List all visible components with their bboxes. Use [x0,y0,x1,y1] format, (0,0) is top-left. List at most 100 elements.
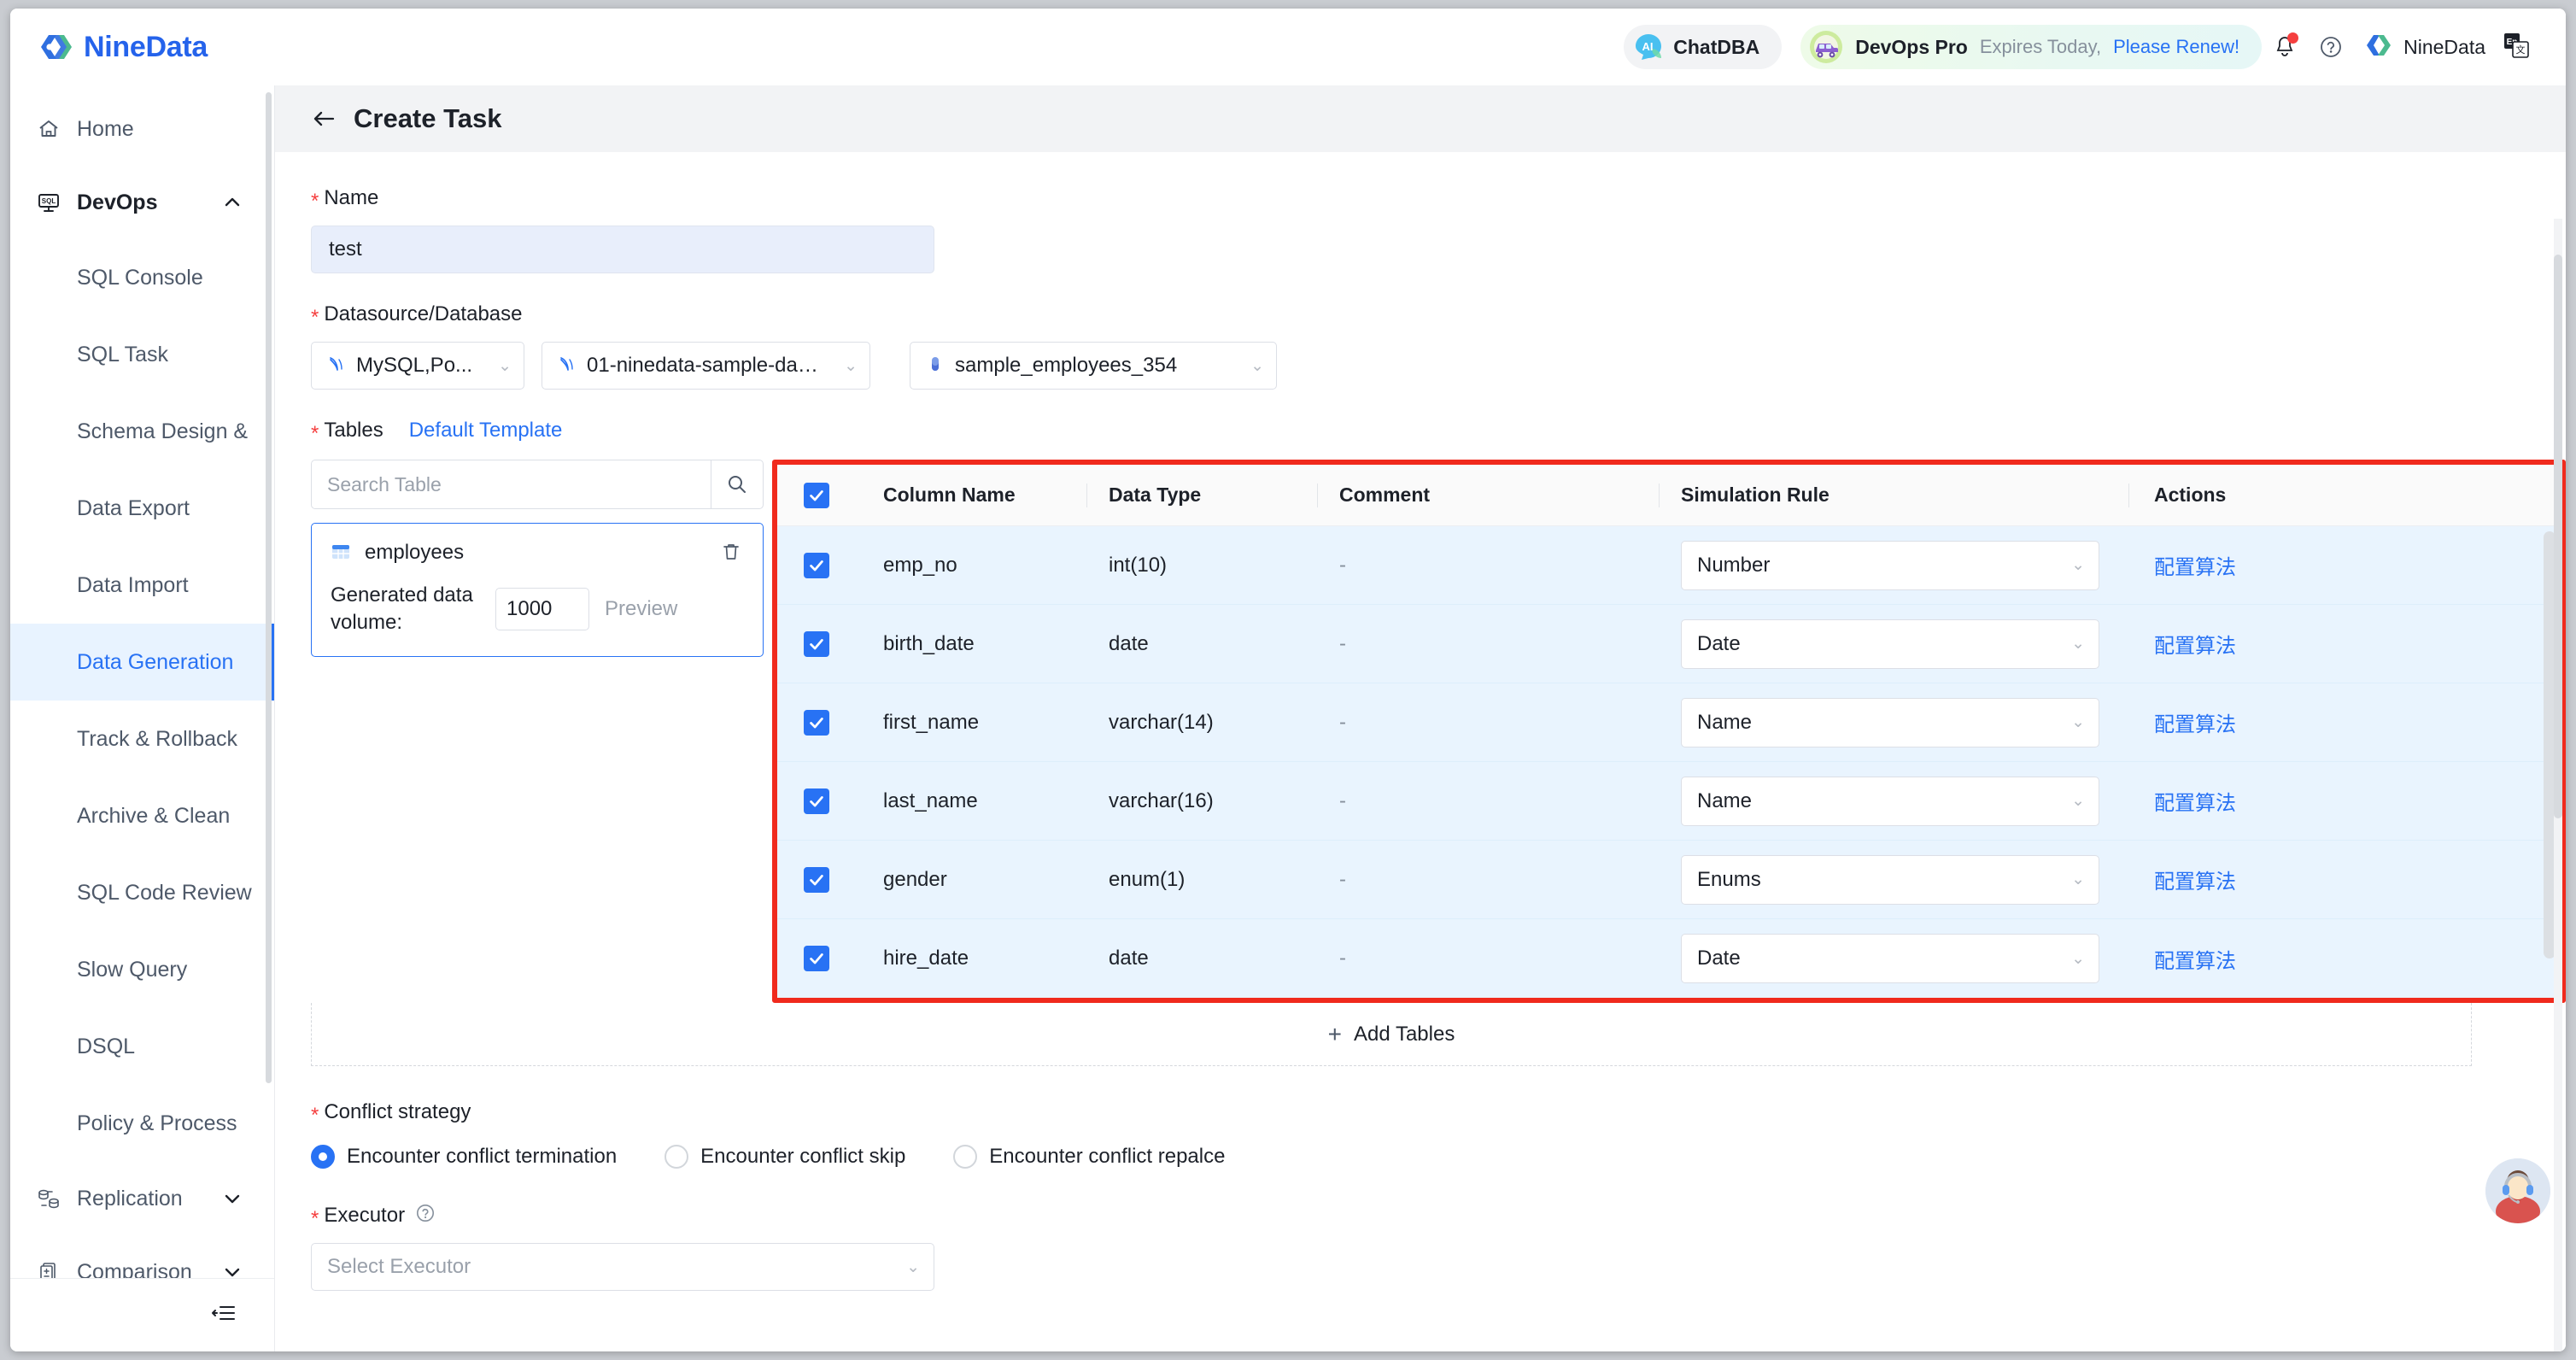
user-menu[interactable]: NineData [2362,30,2485,65]
configure-algorithm-link[interactable]: 配置算法 [2154,792,2236,815]
radio-encounter-conflict-skip[interactable]: Encounter conflict skip [664,1145,905,1169]
table-row[interactable]: emp_no int(10) - Number ⌄ 配置算法 [777,526,2561,605]
sidebar-item-home[interactable]: Home [10,92,274,166]
table-row[interactable]: hire_date date - Date ⌄ 配置算法 [777,919,2561,998]
brand-logo-area[interactable]: NineData [10,29,275,65]
database-select[interactable]: sample_employees_354 ⌄ [910,342,1277,390]
sidebar-scrollbar-thumb[interactable] [266,92,272,1083]
simulation-rule-select[interactable]: Name ⌄ [1681,697,2099,747]
page-header: Create Task [275,85,2566,152]
language-switch-button[interactable]: En 文 [2501,30,2535,64]
cell-simulation-rule: Enums ⌄ [1659,854,2128,905]
configure-algorithm-link[interactable]: 配置算法 [2154,950,2236,973]
question-circle-icon[interactable] [415,1203,436,1228]
row-checkbox-cell [777,552,856,578]
sidebar-item-sql-task[interactable]: SQL Task [10,316,274,393]
arrow-left-icon[interactable] [311,106,337,132]
radio-encounter-conflict-termination[interactable]: Encounter conflict termination [311,1145,617,1169]
app-body: Home SQL DevOps SQL Console SQL Task Sch… [10,85,2566,1351]
table-row[interactable]: last_name varchar(16) - Name ⌄ 配置算法 [777,762,2561,841]
simulation-rule-select[interactable]: Number ⌄ [1681,540,2099,590]
sidebar-item-slow-query[interactable]: Slow Query [10,931,274,1008]
sidebar-item-data-import[interactable]: Data Import [10,547,274,624]
preview-link[interactable]: Preview [605,597,677,621]
search-input[interactable] [311,460,711,509]
row-checkbox[interactable] [804,709,829,736]
radio-encounter-conflict-replace[interactable]: Encounter conflict repalce [953,1145,1225,1169]
required-marker: * [311,190,319,213]
sidebar-item-data-generation[interactable]: Data Generation [10,624,274,701]
conflict-strategy-block: * Conflict strategy Encounter conflict t… [311,1100,2566,1169]
sidebar-item-dsql[interactable]: DSQL [10,1008,274,1085]
row-checkbox[interactable] [804,946,829,971]
simulation-rule-select[interactable]: Date ⌄ [1681,618,2099,669]
cell-data-type: enum(1) [1109,867,1186,891]
simulation-rule-select[interactable]: Name ⌄ [1681,776,2099,826]
executor-select[interactable]: Select Executor ⌄ [311,1243,934,1291]
datasource-type-value: MySQL,Po... [356,354,473,377]
renew-link[interactable]: Please Renew! [2113,36,2239,58]
sidebar-item-sql-console[interactable]: SQL Console [10,239,274,316]
search-button[interactable] [711,460,764,509]
radio-dot [311,1145,335,1169]
cell-simulation-rule: Number ⌄ [1659,540,2128,590]
table-row[interactable]: birth_date date - Date ⌄ 配置算法 [777,605,2561,683]
main-scrollbar-thumb[interactable] [2554,255,2562,818]
simulation-rule-select[interactable]: Date ⌄ [1681,934,2099,983]
row-checkbox[interactable] [804,788,829,814]
row-checkbox[interactable] [804,630,829,657]
sidebar-item-track-rollback[interactable]: Track & Rollback [10,701,274,777]
cell-comment: - [1339,710,1346,734]
selected-table-card[interactable]: employees Generated data volume: 1000 Pr… [311,523,764,657]
help-button[interactable] [2308,24,2354,70]
table-row[interactable]: gender enum(1) - Enums ⌄ 配置算法 [777,841,2561,919]
collapse-sidebar-icon[interactable] [211,1300,237,1330]
sidebar-group-comparison[interactable]: Comparison [10,1235,274,1278]
sidebar-item-data-export[interactable]: Data Export [10,470,274,547]
default-template-link[interactable]: Default Template [409,419,563,443]
chatdba-button[interactable]: AI ChatDBA [1624,25,1783,69]
cell-actions: 配置算法 [2128,707,2561,737]
form-content: * Name * Datasource/Database [275,152,2566,1351]
notifications-button[interactable] [2262,24,2308,70]
svg-text:文: 文 [2516,44,2526,56]
sidebar-group-devops[interactable]: SQL DevOps [10,166,274,239]
sidebar-item-archive-clean[interactable]: Archive & Clean [10,777,274,854]
row-checkbox[interactable] [804,866,829,893]
add-tables-button[interactable]: + Add Tables [311,1003,2472,1066]
sidebar-item-label: SQL Task [77,342,168,366]
cell-simulation-rule: Date ⌄ [1659,618,2128,669]
sidebar-group-replication[interactable]: Replication [10,1162,274,1235]
support-agent-avatar[interactable] [2485,1158,2550,1223]
radio-dot [953,1145,978,1169]
datasource-instance-select[interactable]: 01-ninedata-sample-dataso... ⌄ [542,342,870,390]
generated-volume-input[interactable] [495,588,589,631]
sidebar-item-sql-code-review[interactable]: SQL Code Review [10,854,274,931]
configure-algorithm-link[interactable]: 配置算法 [2154,556,2236,579]
datasource-type-select[interactable]: MySQL,Po... ⌄ [311,342,524,390]
simulation-rule-select[interactable]: Enums ⌄ [1681,854,2099,905]
table-row[interactable]: first_name varchar(14) - Name ⌄ 配置算法 [777,683,2561,762]
row-checkbox[interactable] [804,552,829,578]
row-checkbox-cell [777,709,856,736]
sidebar-item-schema-design[interactable]: Schema Design & [10,393,274,470]
select-all-checkbox[interactable] [804,482,829,508]
radio-label: Encounter conflict skip [700,1145,906,1168]
radio-dot [664,1145,689,1169]
chevron-up-icon[interactable] [221,191,243,214]
name-input[interactable] [311,226,934,273]
row-checkbox-cell [777,866,856,893]
question-circle-icon [2321,37,2342,57]
trash-icon[interactable] [720,541,744,565]
simulation-rule-value: Name [1697,788,1753,812]
chevron-down-icon[interactable] [221,1261,243,1278]
configure-algorithm-link[interactable]: 配置算法 [2154,635,2236,658]
conflict-strategy-options: Encounter conflict termination Encounter… [311,1145,2566,1169]
simulation-rule-value: Number [1697,553,1771,577]
configure-algorithm-link[interactable]: 配置算法 [2154,871,2236,894]
chevron-down-icon[interactable] [221,1187,243,1210]
devops-pro-banner[interactable]: DevOps Pro Expires Today, Please Renew! [1800,25,2263,69]
configure-algorithm-link[interactable]: 配置算法 [2154,713,2236,736]
sidebar-item-policy-process[interactable]: Policy & Process [10,1085,274,1162]
conflict-strategy-label: * Conflict strategy [311,1100,2566,1126]
